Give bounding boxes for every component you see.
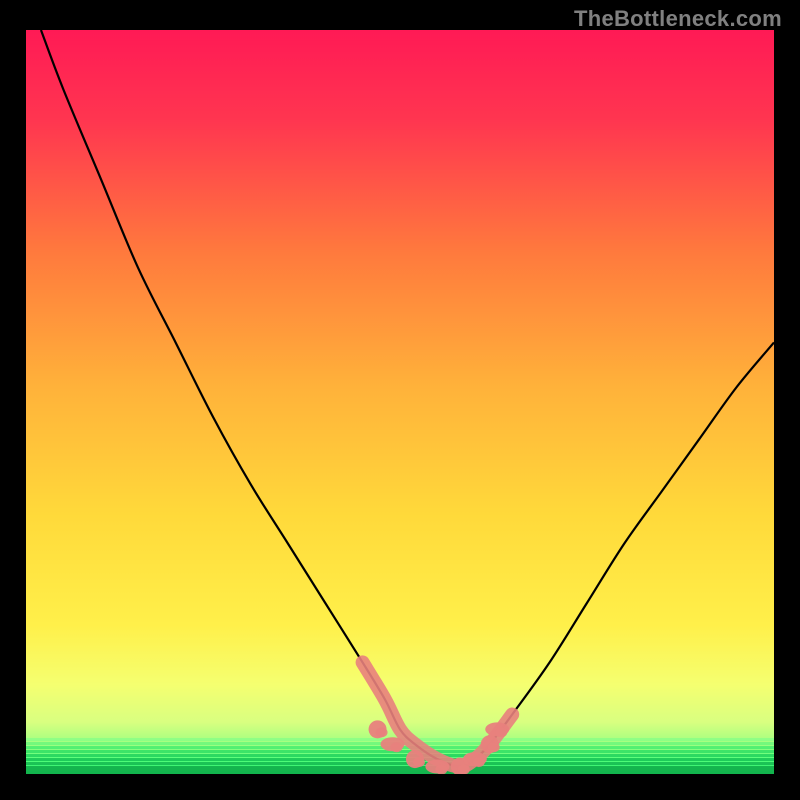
chart-frame: TheBottleneck.com: [0, 0, 800, 800]
plot-background: [26, 30, 774, 774]
watermark-text: TheBottleneck.com: [574, 6, 782, 32]
chart-svg: [0, 0, 800, 800]
